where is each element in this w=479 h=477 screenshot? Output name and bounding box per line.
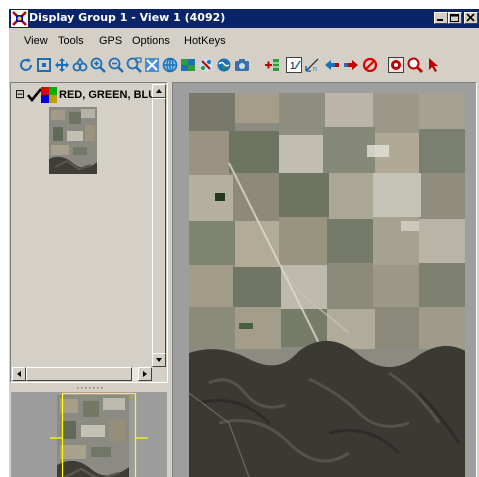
minimize-icon <box>437 19 443 21</box>
vertical-scrollbar[interactable] <box>152 84 166 367</box>
menu-view[interactable]: View <box>24 35 48 47</box>
scroll-down-button[interactable] <box>152 353 166 367</box>
zoom-out-icon[interactable] <box>108 57 124 73</box>
navigate-icon[interactable] <box>72 57 88 73</box>
disconnect-icon[interactable] <box>198 57 214 73</box>
panel-splitter[interactable] <box>9 385 169 391</box>
arrow-down-icon <box>156 358 162 362</box>
previous-icon[interactable] <box>324 57 340 73</box>
scroll-right-button[interactable] <box>138 367 152 381</box>
overview-panel[interactable] <box>11 392 167 477</box>
pan-icon[interactable] <box>54 57 70 73</box>
arrow-up-icon <box>156 89 162 93</box>
close-button[interactable] <box>464 12 478 24</box>
globe-icon[interactable] <box>162 57 178 73</box>
maximize-icon <box>450 14 459 22</box>
hscroll-thumb[interactable] <box>26 367 132 381</box>
rgb-layer-icon <box>41 87 57 103</box>
toolbar: 1 n <box>9 53 479 77</box>
menu-hotkeys[interactable]: HotKeys <box>184 35 226 47</box>
globe-2-icon[interactable] <box>216 57 232 73</box>
menu-options[interactable]: Options <box>132 35 170 47</box>
arrow-left-icon <box>17 371 21 377</box>
layer-tree: ⊟ RED, GREEN, BLU <box>13 85 153 365</box>
pointer-icon[interactable] <box>426 57 442 73</box>
overview-frame[interactable] <box>11 392 167 477</box>
arrow-right-icon <box>143 371 147 377</box>
check-icon[interactable] <box>27 88 42 102</box>
maximize-button[interactable] <box>448 12 462 24</box>
layers-icon[interactable] <box>180 57 196 73</box>
display-window: Display Group 1 - View 1 (4092) View Too… <box>8 8 479 477</box>
zoom-in-icon[interactable] <box>90 57 106 73</box>
app-icon <box>11 10 28 27</box>
satellite-image <box>189 93 465 477</box>
add-layer-icon[interactable] <box>264 57 280 73</box>
close-icon <box>466 13 475 22</box>
extents-icon[interactable] <box>36 57 52 73</box>
title-bar[interactable]: Display Group 1 - View 1 (4092) <box>9 9 479 28</box>
minimize-button[interactable] <box>434 12 448 24</box>
svg-text:1: 1 <box>290 61 296 72</box>
layer-panel: ⊟ RED, GREEN, BLU <box>10 82 168 383</box>
scroll-left-button[interactable] <box>12 367 26 381</box>
zoom-box-icon[interactable] <box>126 57 142 73</box>
horizontal-scrollbar[interactable] <box>12 367 152 381</box>
tree-expander[interactable]: ⊟ <box>15 87 25 101</box>
layer-label[interactable]: RED, GREEN, BLU <box>59 89 153 101</box>
map-view[interactable] <box>172 82 477 477</box>
window-title: Display Group 1 - View 1 (4092) <box>29 11 226 24</box>
camera-icon[interactable] <box>234 57 250 73</box>
refresh-icon[interactable] <box>18 57 34 73</box>
scroll-thumb[interactable] <box>152 98 166 356</box>
menu-bar: View Tools GPS Options HotKeys <box>9 29 479 51</box>
measure-icon[interactable]: n <box>304 57 320 73</box>
next-icon[interactable] <box>343 57 359 73</box>
select-mode-icon[interactable] <box>388 57 404 73</box>
scroll-up-button[interactable] <box>152 84 166 98</box>
zoom-mode-icon[interactable] <box>407 57 423 73</box>
menu-tools[interactable]: Tools <box>58 35 84 47</box>
zoom-full-icon[interactable] <box>144 57 160 73</box>
layer-thumbnail <box>49 107 97 174</box>
menu-gps[interactable]: GPS <box>99 35 122 47</box>
svg-text:n: n <box>313 66 317 73</box>
one-to-one-icon[interactable]: 1 <box>286 57 302 73</box>
cancel-icon[interactable] <box>362 57 378 73</box>
